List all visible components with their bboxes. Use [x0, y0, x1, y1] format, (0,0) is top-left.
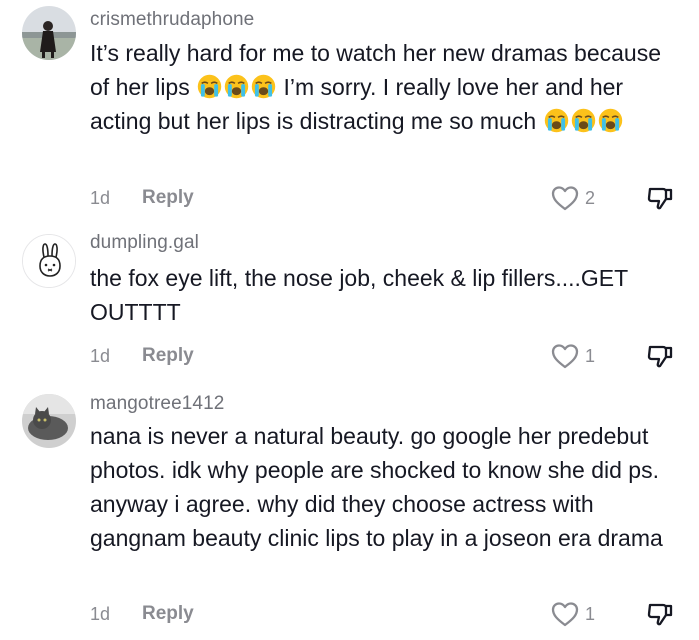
- thumbs-down-icon[interactable]: [646, 184, 674, 212]
- avatar[interactable]: [22, 6, 76, 60]
- comment-3: mangotree1412 nana is never a natural be…: [0, 382, 699, 640]
- loudly-crying-face-emoji-icon: [598, 108, 622, 133]
- comment-text: It’s really hard for me to watch her new…: [90, 36, 670, 138]
- avatar[interactable]: [22, 394, 76, 448]
- heart-outline-icon[interactable]: [551, 601, 579, 627]
- loudly-crying-face-emoji-icon: [571, 108, 595, 133]
- username[interactable]: mangotree1412: [90, 393, 224, 415]
- comment-text: the fox eye lift, the nose job, cheek & …: [90, 265, 628, 325]
- loudly-crying-face-emoji-icon: [544, 108, 568, 133]
- cat-photo-avatar-icon: [22, 394, 76, 448]
- emoji-group: [543, 108, 624, 134]
- comment-time: 1d: [90, 604, 111, 624]
- username[interactable]: dumpling.gal: [90, 232, 199, 254]
- thumbs-down-icon[interactable]: [646, 600, 674, 628]
- username[interactable]: crismethrudaphone: [90, 9, 254, 31]
- comment-time: 1d: [90, 188, 111, 208]
- loudly-crying-face-emoji-icon: [251, 74, 276, 99]
- comment-time: 1d: [90, 346, 111, 366]
- thumbs-down-icon[interactable]: [646, 342, 674, 370]
- comment-text: nana is never a natural beauty. go googl…: [90, 423, 663, 551]
- loudly-crying-face-emoji-icon: [224, 74, 249, 99]
- comment-2: dumpling.gal the fox eye lift, the nose …: [0, 222, 699, 382]
- person-photo-avatar-icon: [22, 6, 76, 60]
- reply-button[interactable]: Reply: [142, 603, 194, 625]
- comment-1: crismethrudaphone It’s really hard for m…: [0, 0, 699, 222]
- reply-button[interactable]: Reply: [142, 345, 194, 367]
- reply-button[interactable]: Reply: [142, 187, 194, 209]
- emoji-group: [196, 74, 283, 100]
- loudly-crying-face-emoji-icon: [197, 74, 222, 99]
- like-count: 2: [585, 188, 596, 208]
- bunny-drawing-avatar-icon: [23, 235, 75, 287]
- like-count: 1: [585, 346, 596, 366]
- like-count: 1: [585, 604, 596, 624]
- avatar[interactable]: [22, 234, 76, 288]
- heart-outline-icon[interactable]: [551, 343, 579, 369]
- heart-outline-icon[interactable]: [551, 185, 579, 211]
